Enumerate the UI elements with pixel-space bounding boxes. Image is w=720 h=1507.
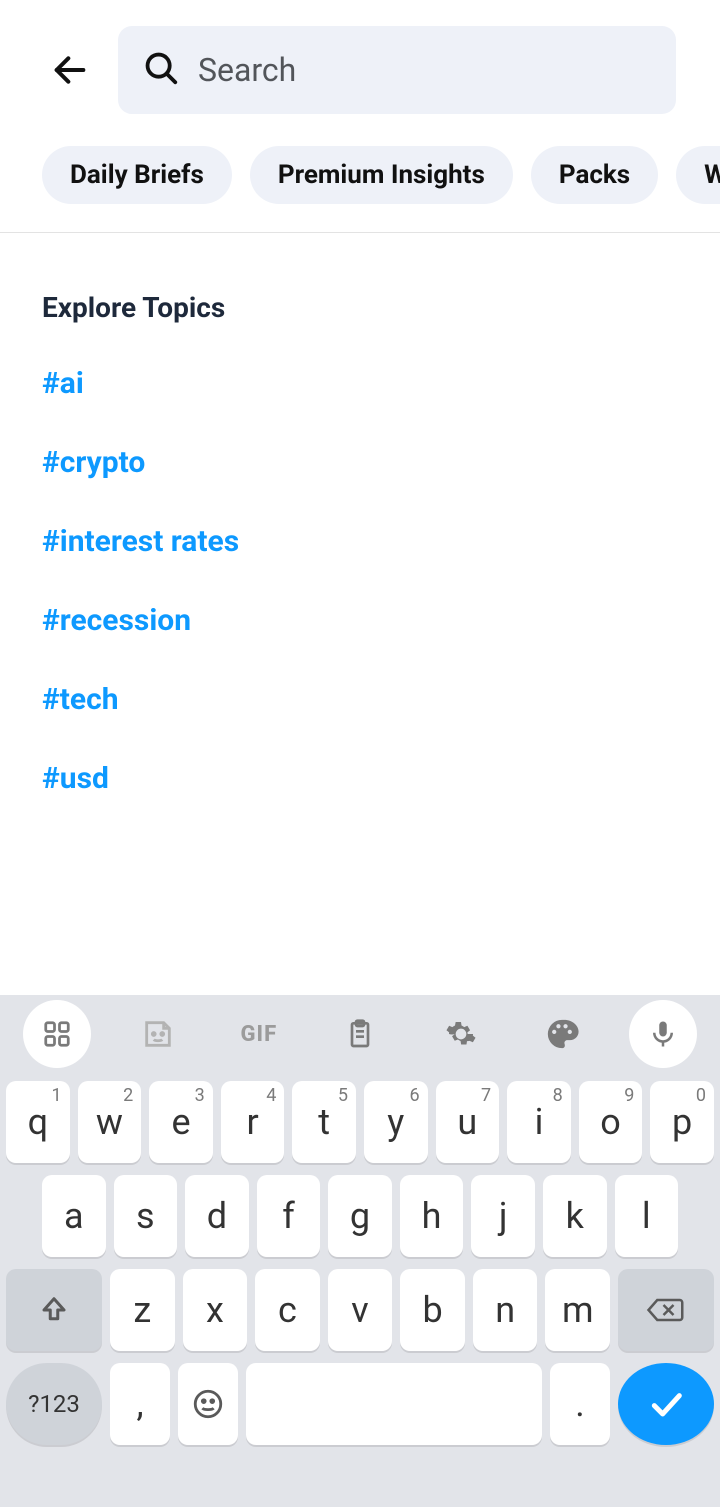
mic-icon[interactable]	[629, 1000, 697, 1068]
space-key[interactable]	[246, 1363, 542, 1445]
key-a[interactable]: a	[42, 1175, 106, 1257]
key-t[interactable]: 5t	[292, 1081, 356, 1163]
topic-tech[interactable]: #tech	[42, 682, 678, 717]
clipboard-icon[interactable]	[326, 1000, 394, 1068]
topic-interest-rates[interactable]: #interest rates	[42, 524, 678, 559]
key-d[interactable]: d	[185, 1175, 249, 1257]
search-icon	[142, 49, 180, 91]
key-w[interactable]: 2w	[78, 1081, 142, 1163]
key-y[interactable]: 6y	[364, 1081, 428, 1163]
key-f[interactable]: f	[257, 1175, 321, 1257]
key-h[interactable]: h	[400, 1175, 464, 1257]
chip-premium-insights[interactable]: Premium Insights	[250, 146, 513, 204]
key-k[interactable]: k	[543, 1175, 607, 1257]
key-j[interactable]: j	[471, 1175, 535, 1257]
topic-crypto[interactable]: #crypto	[42, 445, 678, 480]
key-i[interactable]: 8i	[507, 1081, 571, 1163]
back-arrow-icon	[50, 50, 90, 90]
enter-key[interactable]	[618, 1363, 714, 1445]
search-input[interactable]	[198, 51, 652, 89]
apps-icon[interactable]	[23, 1000, 91, 1068]
chip-weekly[interactable]: Weekly I	[676, 146, 720, 204]
key-x[interactable]: x	[183, 1269, 248, 1351]
key-p[interactable]: 0p	[650, 1081, 714, 1163]
key-q[interactable]: 1q	[6, 1081, 70, 1163]
back-button[interactable]	[40, 40, 100, 100]
key-r[interactable]: 4r	[221, 1081, 285, 1163]
explore-topics-title: Explore Topics	[42, 291, 678, 324]
key-g[interactable]: g	[328, 1175, 392, 1257]
comma-key[interactable]: ,	[110, 1363, 170, 1445]
filter-chips: Daily Briefs Premium Insights Packs Week…	[0, 114, 720, 232]
key-m[interactable]: m	[545, 1269, 610, 1351]
key-b[interactable]: b	[400, 1269, 465, 1351]
chip-daily-briefs[interactable]: Daily Briefs	[42, 146, 232, 204]
shift-key[interactable]	[6, 1269, 102, 1351]
key-c[interactable]: c	[255, 1269, 320, 1351]
key-e[interactable]: 3e	[149, 1081, 213, 1163]
topic-ai[interactable]: #ai	[42, 366, 678, 401]
emoji-key[interactable]	[178, 1363, 238, 1445]
symbols-key[interactable]: ?123	[6, 1363, 102, 1445]
period-key[interactable]: .	[550, 1363, 610, 1445]
palette-icon[interactable]	[528, 1000, 596, 1068]
topic-recession[interactable]: #recession	[42, 603, 678, 638]
topic-usd[interactable]: #usd	[42, 761, 678, 796]
backspace-key[interactable]	[618, 1269, 714, 1351]
key-v[interactable]: v	[328, 1269, 393, 1351]
gif-icon[interactable]: GIF	[225, 1000, 293, 1068]
settings-icon[interactable]	[427, 1000, 495, 1068]
key-n[interactable]: n	[473, 1269, 538, 1351]
key-s[interactable]: s	[114, 1175, 178, 1257]
key-u[interactable]: 7u	[436, 1081, 500, 1163]
key-z[interactable]: z	[110, 1269, 175, 1351]
key-l[interactable]: l	[615, 1175, 679, 1257]
virtual-keyboard: GIF 1q2w3e4r5t6y7u8i9o0p asdfghjkl zxcvb…	[0, 995, 720, 1507]
chip-packs[interactable]: Packs	[531, 146, 658, 204]
sticker-icon[interactable]	[124, 1000, 192, 1068]
search-box[interactable]	[118, 26, 676, 114]
key-o[interactable]: 9o	[579, 1081, 643, 1163]
